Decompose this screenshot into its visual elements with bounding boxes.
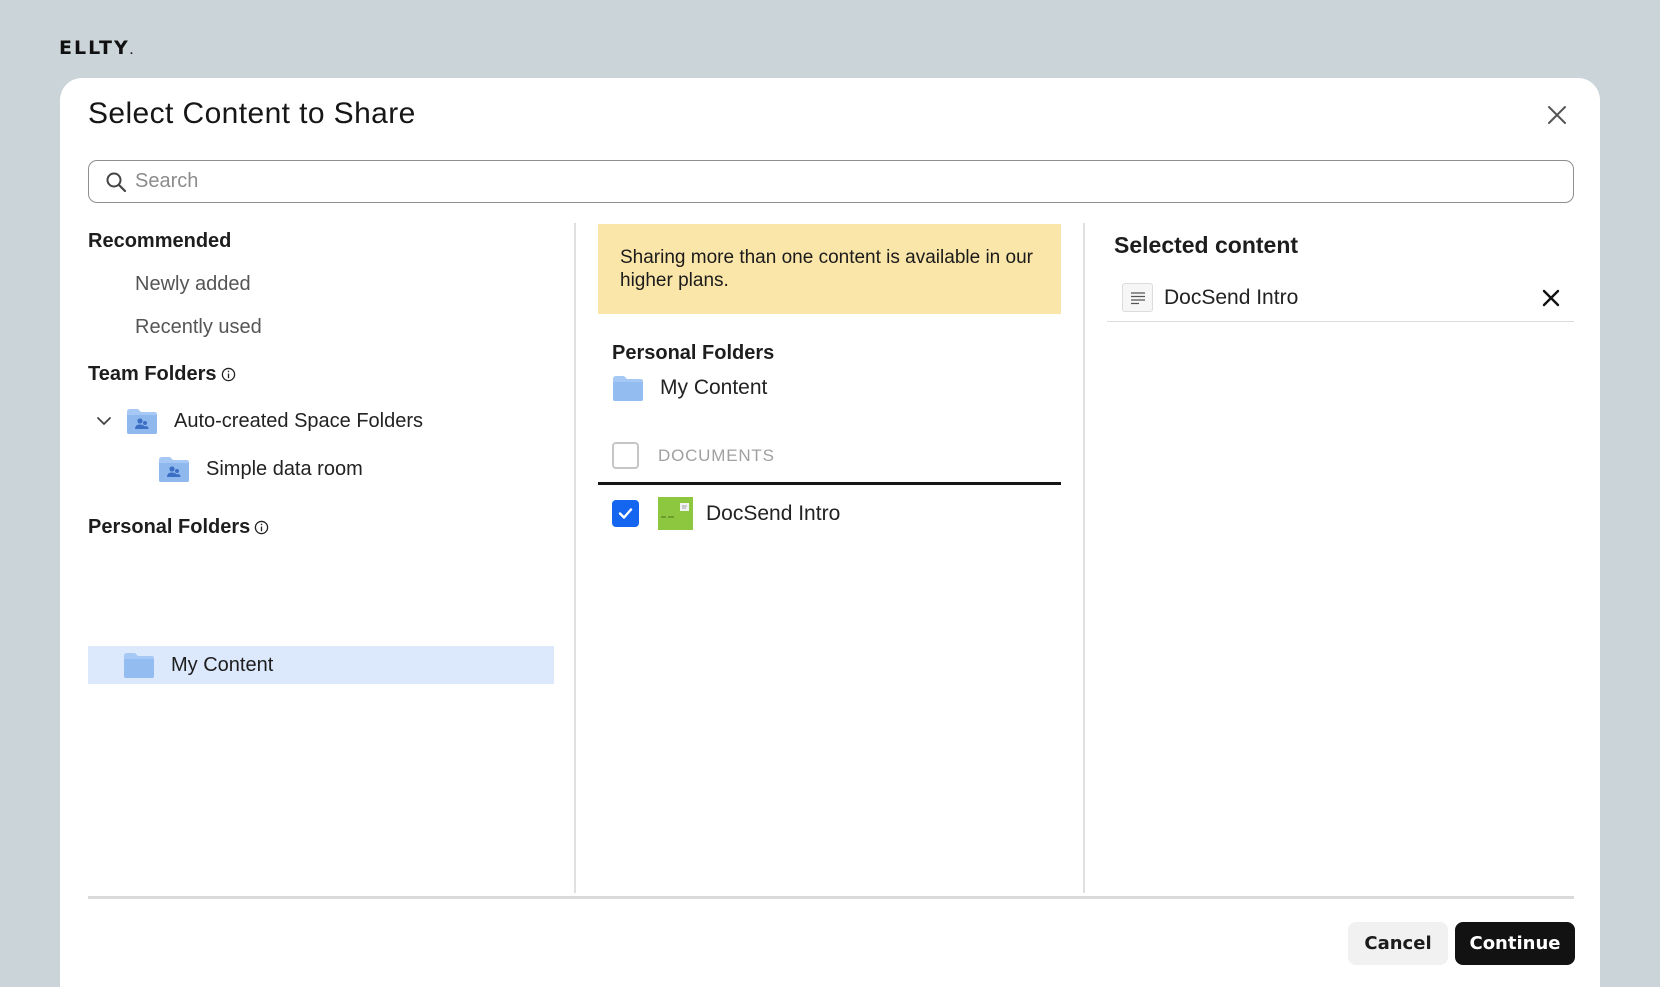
search-icon: [106, 172, 127, 192]
document-thumbnail-icon: [658, 497, 693, 530]
cancel-button[interactable]: Cancel: [1348, 922, 1448, 965]
folder-icon: [613, 376, 643, 401]
brand-logo: ELLTY.: [59, 37, 133, 59]
footer-divider: [88, 896, 1574, 899]
selected-item: DocSend Intro: [1107, 274, 1574, 322]
tree-item-simple-data-room[interactable]: Simple data room: [158, 455, 363, 483]
select-content-dialog: Select Content to Share Recommended Newl…: [60, 78, 1600, 987]
document-name: DocSend Intro: [706, 501, 841, 525]
close-icon: [1542, 289, 1560, 306]
tree-item-my-content[interactable]: My Content: [88, 646, 554, 684]
nav-recently-used[interactable]: Recently used: [135, 316, 262, 339]
info-icon[interactable]: [221, 367, 236, 382]
continue-button[interactable]: Continue: [1455, 922, 1575, 965]
current-folder[interactable]: My Content: [612, 374, 767, 402]
current-folder-label: My Content: [660, 376, 768, 399]
column-divider: [574, 223, 576, 893]
recommended-heading: Recommended: [88, 230, 231, 253]
select-all-checkbox[interactable]: [612, 442, 639, 469]
tree-item-label: Simple data room: [206, 457, 363, 480]
recommended-heading-label: Recommended: [88, 230, 232, 252]
team-folders-heading: Team Folders: [88, 363, 236, 386]
document-icon: [1122, 283, 1153, 312]
selected-content-heading: Selected content: [1114, 232, 1299, 258]
brand-mark: .: [129, 47, 134, 57]
documents-header-underline: [598, 482, 1061, 485]
tree-item-auto-created-space-folders[interactable]: Auto-created Space Folders: [94, 407, 423, 435]
brand-name: ELLTY: [59, 37, 130, 59]
documents-header-label: DOCUMENTS: [658, 445, 775, 465]
document-row[interactable]: DocSend Intro: [612, 497, 840, 530]
info-icon[interactable]: [254, 520, 269, 535]
remove-selected-button[interactable]: [1538, 285, 1564, 311]
search-input[interactable]: [135, 161, 1573, 202]
shared-folder-icon: [159, 457, 189, 482]
tree-item-label: Auto-created Space Folders: [174, 409, 424, 432]
checkmark-icon: [618, 508, 633, 519]
dialog-title: Select Content to Share: [88, 97, 416, 130]
documents-header: DOCUMENTS: [612, 442, 775, 469]
folder-icon: [124, 653, 154, 678]
close-icon: [1548, 106, 1566, 124]
document-checkbox[interactable]: [612, 500, 639, 527]
personal-folders-heading-label: Personal Folders: [88, 516, 251, 538]
team-folders-heading-label: Team Folders: [88, 363, 217, 385]
personal-folders-heading: Personal Folders: [88, 516, 269, 539]
search-box: [88, 160, 1574, 203]
shared-folder-icon: [127, 409, 157, 434]
tree-item-label: My Content: [171, 653, 274, 676]
upgrade-notice-banner: Sharing more than one content is availab…: [598, 224, 1061, 314]
nav-newly-added[interactable]: Newly added: [135, 273, 251, 296]
chevron-down-icon[interactable]: [94, 411, 114, 431]
selected-item-name: DocSend Intro: [1164, 285, 1299, 309]
close-button[interactable]: [1542, 100, 1572, 130]
column-divider: [1083, 223, 1085, 893]
folder-contents-heading: Personal Folders: [612, 342, 775, 364]
folder-navigation: Recommended Newly added Recently used Te…: [88, 223, 554, 893]
